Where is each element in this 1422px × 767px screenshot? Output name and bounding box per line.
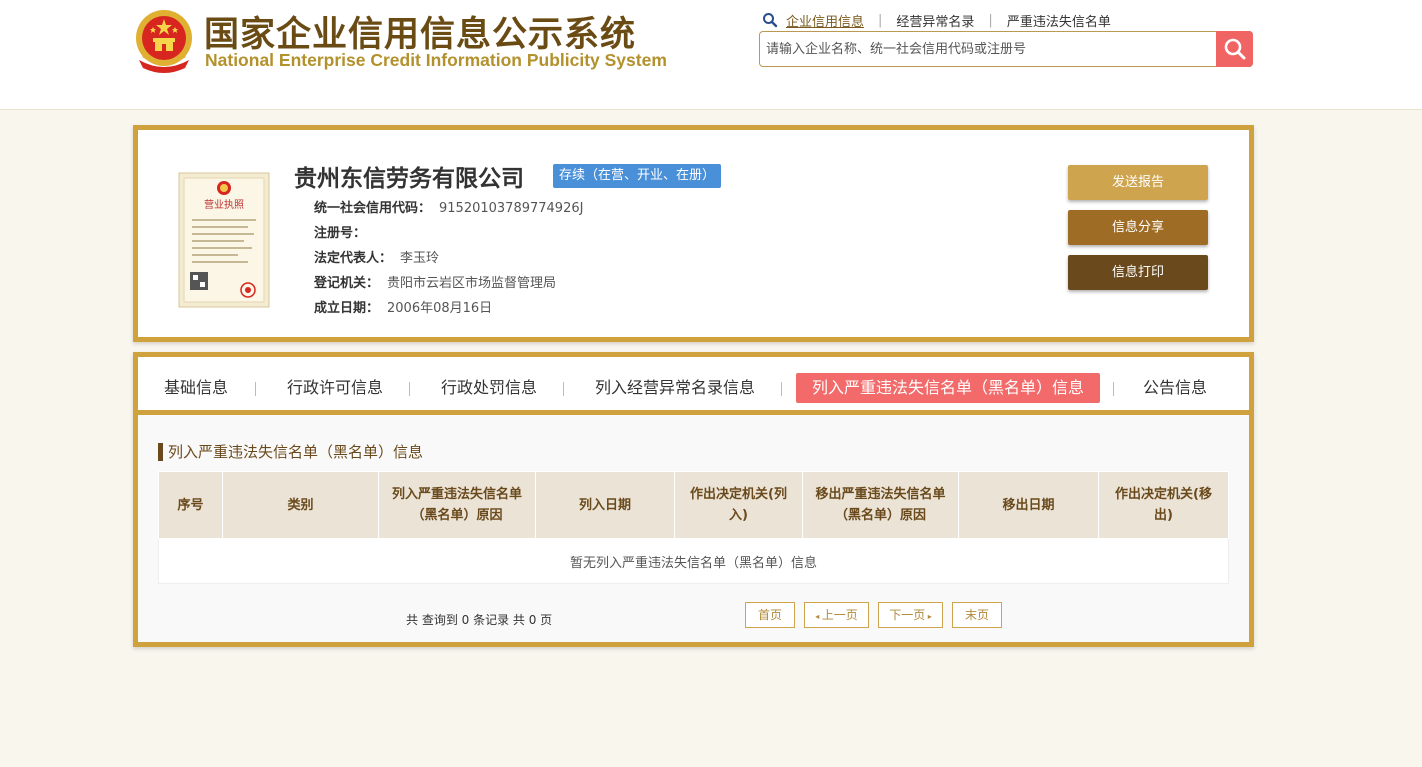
pagination-summary: 共 查询到 0 条记录 共 0 页 xyxy=(406,613,553,627)
national-emblem-icon xyxy=(136,10,192,73)
info-row-registration-number: 注册号： xyxy=(314,221,583,246)
info-row-registration-authority: 登记机关： 贵阳市云岩区市场监督管理局 xyxy=(314,271,583,296)
column-header: 序号 xyxy=(158,471,223,539)
nav-link-enterprise-credit[interactable]: 企业信用信息 xyxy=(786,11,864,30)
info-label: 统一社会信用代码： xyxy=(314,201,432,216)
last-page-button[interactable]: 末页 xyxy=(952,602,1002,628)
table-row: 暂无列入严重违法失信名单（黑名单）信息 xyxy=(158,538,1229,584)
search-button[interactable] xyxy=(1216,31,1253,67)
info-label: 注册号： xyxy=(314,226,367,241)
site-subtitle: National Enterprise Credit Information P… xyxy=(205,50,667,70)
details-card: 基础信息 行政许可信息 行政处罚信息 列入经营异常名录信息 列入严重违法失信名单… xyxy=(133,352,1254,647)
tab-basic-info[interactable]: 基础信息 xyxy=(164,373,228,403)
top-nav: 企业信用信息 | 经营异常名录 | 严重违法失信名单 xyxy=(762,11,1111,30)
tab-separator xyxy=(1113,382,1114,396)
info-value: 李玉玲 xyxy=(400,251,440,266)
tab-abnormal-list[interactable]: 列入经营异常名录信息 xyxy=(595,373,755,403)
column-header: 类别 xyxy=(222,471,379,539)
tab-separator xyxy=(409,382,410,396)
send-report-button[interactable]: 发送报告 xyxy=(1068,165,1208,200)
share-info-button[interactable]: 信息分享 xyxy=(1068,210,1208,245)
next-page-label: 下一页 xyxy=(889,608,926,622)
tab-separator xyxy=(563,382,564,396)
business-license-image: 营业执照 xyxy=(178,172,270,308)
nav-separator: | xyxy=(878,12,883,28)
nav-link-abnormal-list[interactable]: 经营异常名录 xyxy=(896,11,974,30)
tab-announcements[interactable]: 公告信息 xyxy=(1143,373,1207,403)
info-label: 法定代表人： xyxy=(314,251,393,266)
first-page-button[interactable]: 首页 xyxy=(745,602,795,628)
column-header: 列入严重违法失信名单（黑名单）原因 xyxy=(378,471,536,539)
company-name: 贵州东信劳务有限公司 xyxy=(294,166,524,192)
column-header: 作出决定机关(列入) xyxy=(674,471,803,539)
tab-admin-license[interactable]: 行政许可信息 xyxy=(287,373,383,403)
nav-separator: | xyxy=(988,12,993,28)
nav-link-blacklist[interactable]: 严重违法失信名单 xyxy=(1007,11,1111,30)
chevron-right-icon: ▸ xyxy=(925,612,932,621)
next-page-button[interactable]: 下一页 ▸ xyxy=(878,602,943,628)
column-header: 作出决定机关(移出) xyxy=(1098,471,1229,539)
status-badge: 存续（在营、开业、在册） xyxy=(553,164,722,188)
company-info-list: 统一社会信用代码： 91520103789774926J 注册号： 法定代表人： 李… xyxy=(314,196,583,321)
site-header: 国家企业信用信息公示系统 National Enterprise Credit … xyxy=(0,0,1422,110)
tab-bar: 基础信息 行政许可信息 行政处罚信息 列入经营异常名录信息 列入严重违法失信名单… xyxy=(138,357,1249,415)
info-row-legal-rep: 法定代表人： 李玉玲 xyxy=(314,246,583,271)
print-info-button[interactable]: 信息打印 xyxy=(1068,255,1208,290)
tab-admin-penalty[interactable]: 行政处罚信息 xyxy=(441,373,537,403)
column-header: 列入日期 xyxy=(535,471,675,539)
search-box xyxy=(759,31,1253,67)
company-summary-card: 营业执照 贵州东信劳务有限公司 存续（在营、开业、在册） 统一社会信用代码： 91… xyxy=(133,125,1254,342)
tab-blacklist[interactable]: 列入严重违法失信名单（黑名单）信息 xyxy=(796,373,1101,403)
info-value: 2006年08月16日 xyxy=(387,301,493,316)
info-label: 登记机关： xyxy=(314,276,380,291)
tab-separator xyxy=(255,382,256,396)
blacklist-table: 序号 类别 列入严重违法失信名单（黑名单）原因 列入日期 作出决定机关(列入) … xyxy=(158,471,1229,584)
table-header-row: 序号 类别 列入严重违法失信名单（黑名单）原因 列入日期 作出决定机关(列入) … xyxy=(158,471,1229,539)
column-header: 移出严重违法失信名单（黑名单）原因 xyxy=(802,471,959,539)
magnifier-icon xyxy=(763,13,778,28)
prev-page-button[interactable]: ◂ 上一页 xyxy=(804,602,869,628)
section-title: 列入严重违法失信名单（黑名单）信息 xyxy=(158,443,423,461)
info-label: 成立日期： xyxy=(314,301,380,316)
info-value: 贵阳市云岩区市场监督管理局 xyxy=(387,276,557,291)
search-input[interactable] xyxy=(766,32,1211,66)
search-icon xyxy=(1224,38,1245,60)
tab-separator xyxy=(781,382,782,396)
info-value: 91520103789774926J xyxy=(439,201,584,216)
info-row-established-date: 成立日期： 2006年08月16日 xyxy=(314,296,583,321)
license-title: 营业执照 xyxy=(204,198,244,211)
column-header: 移出日期 xyxy=(958,471,1099,539)
info-row-credit-code: 统一社会信用代码： 91520103789774926J xyxy=(314,196,583,221)
prev-page-label: 上一页 xyxy=(821,608,858,622)
empty-message: 暂无列入严重违法失信名单（黑名单）信息 xyxy=(158,538,1229,584)
